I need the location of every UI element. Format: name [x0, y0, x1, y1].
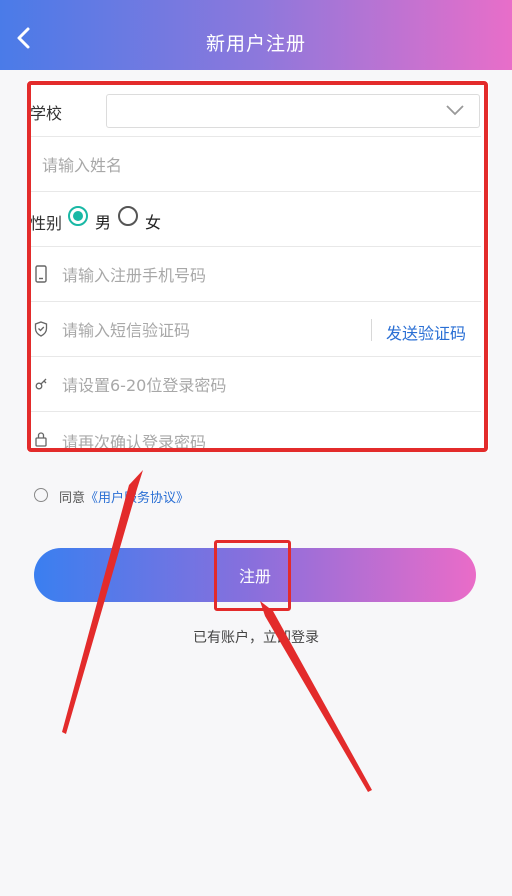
page-title: 新用户注册 [205, 33, 306, 55]
send-code-button[interactable]: 发送验证码 [386, 320, 466, 344]
name-input[interactable] [40, 137, 464, 194]
phone-input[interactable] [60, 247, 464, 304]
confirm-password-input[interactable] [60, 414, 464, 471]
gender-male-radio[interactable] [68, 206, 88, 226]
key-icon [35, 378, 47, 390]
gender-row: 性别 男 女 [30, 192, 481, 247]
agreement-link[interactable]: 《用户服务协议》 [85, 491, 189, 506]
confirm-password-row [30, 412, 481, 471]
agreement-text: 同意《用户服务协议》 [59, 487, 189, 506]
register-button[interactable]: 注册 [34, 548, 476, 602]
name-row [30, 137, 481, 194]
password-row [30, 357, 481, 414]
gender-male-label: 男 [95, 213, 112, 232]
sms-code-input[interactable] [60, 302, 364, 359]
school-label: 学校 [30, 104, 63, 123]
arrow-to-form [62, 470, 143, 734]
agreement-prefix: 同意 [59, 491, 86, 506]
agreement-radio[interactable] [34, 488, 48, 502]
phone-icon [35, 265, 47, 283]
gender-female-label: 女 [145, 213, 162, 232]
chevron-down-icon [446, 105, 464, 116]
sms-row: 发送验证码 [30, 302, 481, 359]
shield-icon [34, 321, 48, 337]
phone-row [30, 247, 481, 304]
gender-label: 性别 [30, 214, 63, 233]
divider [371, 319, 372, 341]
app-header: 新用户注册 [0, 0, 512, 70]
login-link[interactable]: 已有账户，立即登录 [0, 627, 512, 647]
gender-female-radio[interactable] [118, 206, 138, 226]
school-select[interactable] [106, 94, 480, 128]
lock-icon [35, 432, 47, 447]
password-input[interactable] [60, 357, 464, 414]
school-row: 学校 [30, 82, 481, 137]
